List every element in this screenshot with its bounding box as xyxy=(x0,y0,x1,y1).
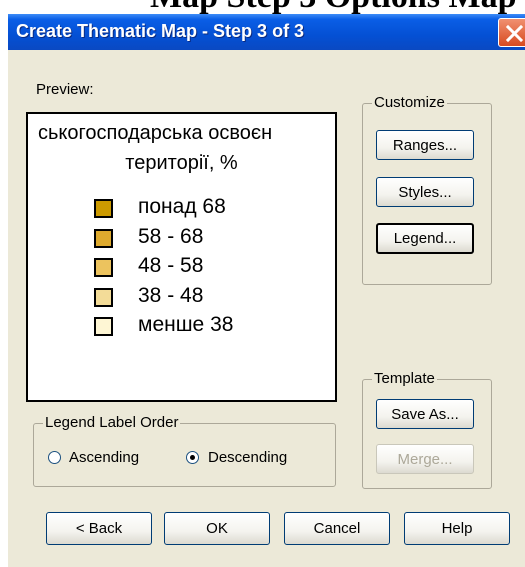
ok-button[interactable]: OK xyxy=(164,512,270,545)
legend-swatch xyxy=(94,288,113,307)
radio-selected-dot xyxy=(190,455,195,460)
back-button[interactable]: < Back xyxy=(46,512,152,545)
save-as-button[interactable]: Save As... xyxy=(376,399,474,429)
template-group-label: Template xyxy=(372,370,437,387)
background-document-text: Map Step 3 Options Map xyxy=(0,0,525,14)
legend-swatch xyxy=(94,317,113,336)
legend-item-label: 48 - 58 xyxy=(138,254,204,277)
legend-item-label: менше 38 xyxy=(138,313,234,336)
cancel-button[interactable]: Cancel xyxy=(284,512,390,545)
legend-title-line2: території, % xyxy=(125,152,238,174)
help-button[interactable]: Help xyxy=(404,512,510,545)
background-heading: Map Step 3 Options Map xyxy=(150,0,517,14)
styles-button[interactable]: Styles... xyxy=(376,177,474,207)
merge-button: Merge... xyxy=(376,444,474,474)
window-title: Create Thematic Map - Step 3 of 3 xyxy=(16,21,305,41)
ascending-radio[interactable] xyxy=(48,451,61,464)
descending-radio[interactable] xyxy=(186,451,199,464)
legend-swatch xyxy=(94,258,113,277)
legend-item-label: 38 - 48 xyxy=(138,284,204,307)
legend-preview: ськогосподарська освоєн території, % пон… xyxy=(26,112,337,402)
descending-label[interactable]: Descending xyxy=(208,449,287,466)
legend-item-label: понад 68 xyxy=(138,195,226,218)
close-icon xyxy=(505,24,524,43)
ascending-label[interactable]: Ascending xyxy=(69,449,139,466)
legend-swatch xyxy=(94,199,113,218)
customize-group-label: Customize xyxy=(372,94,447,111)
preview-label: Preview: xyxy=(36,81,94,98)
label-order-group-label: Legend Label Order xyxy=(43,414,181,431)
legend-button[interactable]: Legend... xyxy=(376,223,474,254)
ranges-button[interactable]: Ranges... xyxy=(376,130,474,160)
legend-title-line1: ськогосподарська освоєн xyxy=(38,122,273,144)
legend-item-label: 58 - 68 xyxy=(138,225,204,248)
title-bar[interactable]: Create Thematic Map - Step 3 of 3 xyxy=(8,14,525,50)
legend-swatch xyxy=(94,229,113,248)
close-button[interactable] xyxy=(498,18,525,47)
